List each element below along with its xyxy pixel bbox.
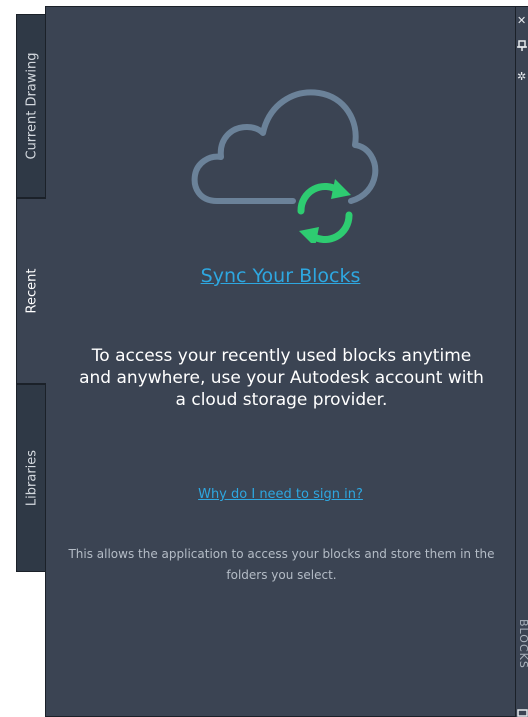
tab-current-drawing-label: Current Drawing: [24, 52, 39, 160]
sync-your-blocks-link[interactable]: Sync Your Blocks: [46, 265, 515, 287]
tab-libraries[interactable]: Libraries: [16, 384, 46, 572]
why-sign-in-link[interactable]: Why do I need to sign in?: [46, 487, 515, 502]
settings-icon[interactable]: ✲: [517, 71, 528, 82]
cloud-sync-icon: [189, 83, 379, 247]
pin-icon[interactable]: [517, 40, 528, 51]
tab-libraries-label: Libraries: [24, 449, 39, 507]
blocks-palette: Current Drawing Recent Libraries Sync Yo…: [0, 0, 528, 717]
access-note: This allows the application to access yo…: [68, 547, 495, 582]
close-icon[interactable]: ✕: [517, 15, 528, 26]
tab-recent[interactable]: Recent: [16, 198, 46, 384]
palette-menu-icon[interactable]: [517, 704, 528, 717]
tab-current-drawing[interactable]: Current Drawing: [16, 14, 46, 198]
palette-titlebar[interactable]: ✕ ✲ BLOCKS: [516, 6, 528, 717]
sync-arrows-icon: [297, 179, 353, 247]
palette-title: BLOCKS: [517, 619, 528, 669]
recent-panel: Sync Your Blocks To access your recently…: [45, 6, 516, 717]
tab-recent-label: Recent: [24, 268, 39, 314]
sync-description: To access your recently used blocks anyt…: [79, 346, 484, 410]
